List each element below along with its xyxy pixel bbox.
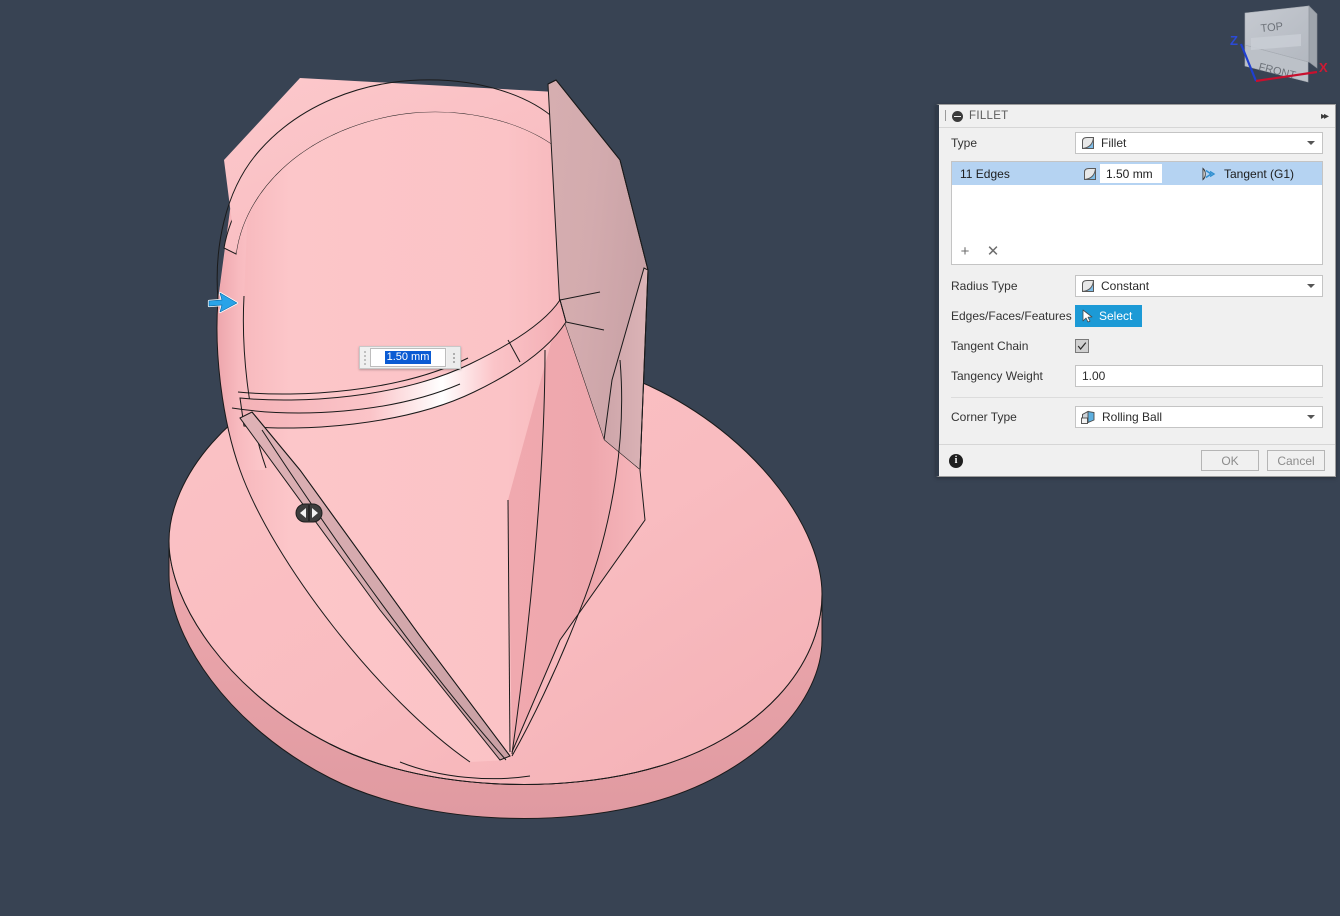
edge-radius-cell[interactable]: 1.50 mm [1082, 164, 1200, 183]
dialog-body: Type Fillet 11 Edges 1.50 mm Tangent (G1… [939, 128, 1335, 432]
rolling-ball-icon [1081, 410, 1095, 424]
corner-type-value: Rolling Ball [1102, 410, 1163, 424]
info-icon[interactable]: i [949, 453, 963, 468]
radius-type-label: Radius Type [951, 279, 1018, 293]
tangency-weight-row: Tangency Weight 1.00 [939, 361, 1335, 391]
type-row: Type Fillet [939, 128, 1335, 158]
cursor-arrow-icon [1082, 309, 1093, 323]
dimension-value-field[interactable]: 1.50 mm [370, 348, 446, 367]
chevron-down-icon[interactable] [1307, 141, 1315, 145]
fillet-icon [1084, 167, 1096, 180]
edges-list-empty-area [952, 185, 1322, 238]
dialog-title: FILLET [969, 110, 1009, 122]
fillet-dialog[interactable]: FILLET ▸▸ Type Fillet 11 Edges 1.50 mm T… [936, 104, 1336, 477]
corner-type-label: Corner Type [951, 410, 1017, 424]
tangent-chain-label: Tangent Chain [951, 339, 1029, 353]
close-x-icon[interactable]: ✕ [986, 244, 1000, 259]
checkmark-icon [1077, 342, 1087, 350]
constant-radius-icon [1082, 280, 1094, 292]
type-value: Fillet [1101, 136, 1127, 150]
dialog-footer: i OK Cancel [939, 444, 1335, 476]
blue-arrow-manipulator-icon[interactable] [205, 288, 245, 318]
tangency-weight-input[interactable]: 1.00 [1075, 365, 1323, 387]
edge-continuity-label: Tangent (G1) [1224, 166, 1295, 181]
collapse-icon[interactable] [952, 110, 963, 122]
tangent-chain-row: Tangent Chain [939, 331, 1335, 361]
type-label: Type [951, 136, 978, 150]
tangent-g1-icon [1202, 166, 1216, 181]
selection-row: Edges/Faces/Features Select [939, 301, 1335, 331]
edge-radius-input[interactable]: 1.50 mm [1100, 164, 1162, 183]
plus-icon[interactable]: + [958, 244, 972, 259]
section-divider [951, 397, 1323, 398]
dimension-value-text: 1.50 mm [384, 351, 432, 364]
table-row[interactable]: 11 Edges 1.50 mm Tangent (G1) [952, 162, 1322, 185]
cancel-button[interactable]: Cancel [1267, 450, 1325, 471]
radius-type-row: Radius Type Constant [939, 271, 1335, 301]
dialog-grip-icon[interactable] [942, 109, 949, 123]
edge-continuity-cell[interactable]: Tangent (G1) [1200, 166, 1318, 182]
type-dropdown[interactable]: Fillet [1075, 132, 1323, 154]
chevron-down-icon[interactable] [1307, 284, 1315, 288]
select-button-label: Select [1099, 309, 1133, 323]
fillet-icon [1082, 137, 1094, 149]
tangency-weight-label: Tangency Weight [951, 369, 1043, 383]
double-arrow-slider-handle-icon[interactable] [294, 500, 324, 526]
more-options-icon[interactable] [447, 347, 460, 368]
radius-type-dropdown[interactable]: Constant [1075, 275, 1323, 297]
selection-label: Edges/Faces/Features [951, 309, 1072, 323]
edge-count-label: 11 Edges [960, 166, 1010, 181]
application-window: TOP FRONT Z X 1.50 mm FILLET ▸▸ Type Fil… [0, 0, 1340, 916]
select-button[interactable]: Select [1075, 305, 1143, 327]
dialog-title-bar[interactable]: FILLET ▸▸ [939, 105, 1335, 128]
radius-type-value: Constant [1101, 279, 1150, 293]
edges-list[interactable]: 11 Edges 1.50 mm Tangent (G1) + ✕ [951, 161, 1323, 265]
edges-list-toolbar: + ✕ [952, 238, 1322, 264]
ok-button[interactable]: OK [1201, 450, 1259, 471]
tangent-chain-checkbox[interactable] [1075, 339, 1089, 353]
expand-right-icon[interactable]: ▸▸ [1321, 111, 1329, 122]
corner-type-dropdown[interactable]: Rolling Ball [1075, 406, 1323, 428]
drag-grip-icon[interactable] [360, 347, 369, 368]
corner-type-row: Corner Type Rolling Ball [939, 402, 1335, 432]
chevron-down-icon[interactable] [1307, 415, 1315, 419]
canvas-dimension-input[interactable]: 1.50 mm [359, 346, 461, 369]
